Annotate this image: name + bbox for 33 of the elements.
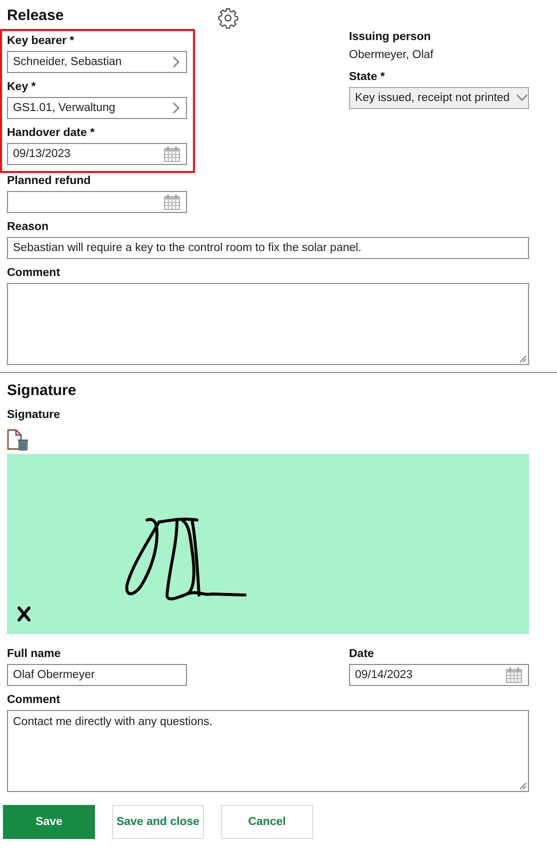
field-label: Comment	[7, 693, 60, 708]
field-label: Key bearer *	[7, 34, 74, 49]
settings-icon[interactable]	[216, 6, 239, 28]
comment-field[interactable]	[7, 283, 529, 365]
field-label: Signature	[7, 408, 60, 423]
lookup-field[interactable]: Schneider, Sebastian	[7, 51, 187, 73]
date-field[interactable]	[7, 191, 187, 213]
field-label: Date	[349, 647, 374, 662]
comment-field[interactable]: Contact me directly with any questions.	[7, 710, 529, 792]
field-label: Planned refund	[7, 174, 91, 189]
field-label: State *	[349, 70, 385, 85]
resize-grip-icon[interactable]	[519, 355, 527, 363]
action-button[interactable]: Cancel	[221, 805, 313, 839]
action-button[interactable]: Save and close	[112, 805, 204, 839]
lookup-field[interactable]: GS1.01, Verwaltung	[7, 97, 187, 119]
save-button[interactable]: Save	[3, 805, 95, 839]
text-field[interactable]: Olaf Obermeyer	[7, 664, 187, 686]
field-label: Full name	[7, 647, 61, 662]
field-label: Handover date *	[7, 126, 95, 141]
x-mark-icon	[17, 606, 31, 622]
date-field[interactable]: 09/14/2023	[349, 664, 529, 686]
state-dropdown[interactable]: Key issued, receipt not printed	[349, 87, 529, 109]
text-field[interactable]: Sebastian will require a key to the control room to fix the solar panel.	[7, 237, 529, 259]
field-label: Key *	[7, 80, 36, 95]
section-title: Signature	[7, 381, 76, 401]
field-value: Obermeyer, Olaf	[349, 48, 434, 63]
field-label: Issuing person	[349, 30, 431, 45]
date-field[interactable]: 09/13/2023	[7, 143, 187, 165]
section-title: Release	[7, 6, 64, 26]
field-label: Reason	[7, 220, 49, 235]
clear-signature-icon[interactable]	[7, 429, 31, 451]
resize-grip-icon[interactable]	[519, 782, 527, 790]
field-label: Comment	[7, 266, 60, 281]
